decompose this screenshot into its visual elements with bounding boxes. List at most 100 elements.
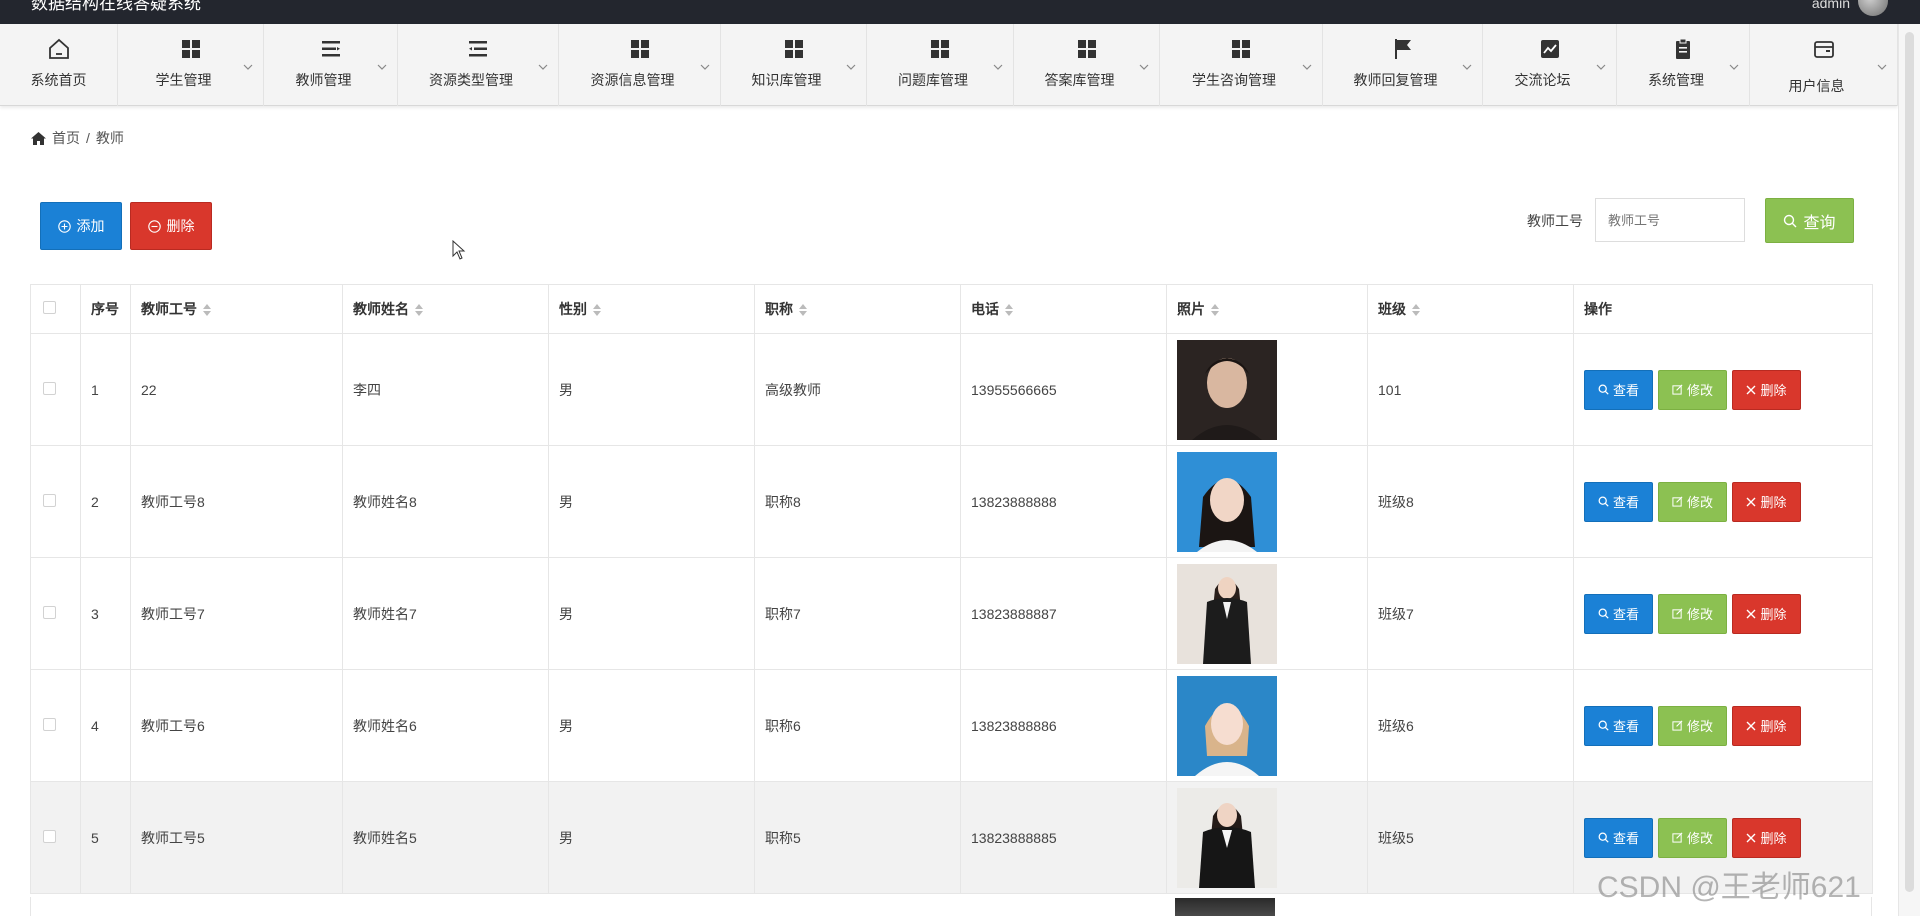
nav-item-forum[interactable]: 交流论坛 [1483,24,1617,106]
header-label: 班级 [1378,301,1406,317]
query-button[interactable]: 查询 [1765,198,1854,243]
sort-icon[interactable] [1211,304,1219,317]
edit-button[interactable]: 修改 [1658,593,1727,634]
row-checkbox[interactable] [43,493,56,507]
grid-icon [1077,40,1096,58]
page-scrollbar[interactable] [1898,24,1920,916]
nav-item-knowledge[interactable]: 知识库管理 [721,24,867,106]
sort-icon[interactable] [203,304,211,317]
view-button[interactable]: 查看 [1584,593,1653,634]
edit-button[interactable]: 修改 [1658,817,1727,858]
row-select-cell[interactable] [30,669,81,782]
cell-title: 高级教师 [754,333,961,446]
clipboard-icon [1676,38,1690,59]
column-header-name[interactable]: 教师姓名 [342,284,549,334]
view-button[interactable]: 查看 [1584,705,1653,746]
sort-icon[interactable] [799,304,807,317]
row-select-cell[interactable] [30,333,81,446]
delete-row-button[interactable]: 删除 [1732,369,1801,410]
cell-title: 职称7 [754,557,961,670]
search-input[interactable] [1595,198,1745,242]
plus-circle-icon [57,219,71,233]
edit-button[interactable]: 修改 [1658,369,1727,410]
list-icon [321,41,340,57]
cell-class: 101 [1367,333,1574,446]
edit-label: 修改 [1686,831,1713,846]
flag-icon [1394,39,1411,59]
nav-item-questions[interactable]: 问题库管理 [867,24,1014,106]
edit-button[interactable]: 修改 [1658,705,1727,746]
row-checkbox[interactable] [43,717,56,731]
add-button[interactable]: 添加 [40,202,122,250]
row-checkbox[interactable] [43,605,56,619]
view-button[interactable]: 查看 [1584,481,1653,522]
view-label: 查看 [1612,607,1639,622]
sort-icon[interactable] [415,304,423,317]
username[interactable]: admin [1812,0,1850,11]
edit-label: 修改 [1686,607,1713,622]
nav-item-replies[interactable]: 教师回复管理 [1323,24,1483,106]
row-checkbox[interactable] [43,381,56,395]
chevron-down-icon [1729,64,1739,70]
sort-icon[interactable] [1412,304,1420,317]
cell-phone: 13955566665 [960,333,1167,446]
cell-gender: 男 [548,333,755,446]
nav-item-teachers[interactable]: 教师管理 [264,24,398,106]
delete-label: 删除 [1760,607,1787,622]
view-button[interactable]: 查看 [1584,817,1653,858]
teacher-photo[interactable] [1177,787,1277,888]
delete-row-button[interactable]: 删除 [1732,593,1801,634]
sort-icon[interactable] [1005,304,1013,317]
edit-button[interactable]: 修改 [1658,481,1727,522]
breadcrumb-home[interactable]: 首页 [52,128,80,148]
row-checkbox[interactable] [43,829,56,843]
row-select-cell[interactable] [30,557,81,670]
nav-item-consulting[interactable]: 学生咨询管理 [1160,24,1323,106]
teacher-photo[interactable] [1177,563,1277,664]
cell-id: 教师工号6 [130,669,343,782]
select-all-checkbox[interactable] [43,301,56,314]
nav-item-user-info[interactable]: 用户信息 [1750,24,1898,106]
delete-button[interactable]: 删除 [130,202,212,250]
view-label: 查看 [1612,383,1639,398]
avatar[interactable] [1858,0,1888,16]
nav-item-home[interactable]: 系统首页 [0,24,118,106]
select-all-cell[interactable] [30,284,81,334]
scrollbar-thumb[interactable] [1905,32,1914,892]
column-header-title[interactable]: 职称 [754,284,961,334]
chevron-down-icon [1462,64,1472,70]
column-header-photo[interactable]: 照片 [1166,284,1368,334]
nav-item-resource-info[interactable]: 资源信息管理 [559,24,721,106]
edit-label: 修改 [1686,719,1713,734]
row-select-cell[interactable] [30,445,81,558]
view-button[interactable]: 查看 [1584,369,1653,410]
home-icon [48,38,69,59]
column-header-gender[interactable]: 性别 [548,284,755,334]
row-select-cell[interactable] [30,781,81,894]
delete-row-button[interactable]: 删除 [1732,705,1801,746]
delete-row-button[interactable]: 删除 [1732,481,1801,522]
teacher-photo[interactable] [1177,339,1277,440]
column-header-phone[interactable]: 电话 [960,284,1167,334]
cell-gender: 男 [548,557,755,670]
nav-item-system[interactable]: 系统管理 [1617,24,1750,106]
grid-icon [630,40,649,58]
nav-label: 教师管理 [295,72,352,88]
nav-item-students[interactable]: 学生管理 [118,24,264,106]
teacher-photo[interactable] [1177,675,1277,776]
search-icon [1598,832,1609,843]
nav-item-answers[interactable]: 答案库管理 [1014,24,1160,106]
cell-class: 班级6 [1367,669,1574,782]
sort-icon[interactable] [593,304,601,317]
delete-row-button[interactable]: 删除 [1732,817,1801,858]
table-row: 2 教师工号8 教师姓名8 男 职称8 13823888888 班级8 查看 修… [30,445,1873,558]
cell-photo [1166,781,1368,894]
cell-name: 李四 [342,333,549,446]
column-header-id[interactable]: 教师工号 [130,284,343,334]
nav-item-resource-types[interactable]: 资源类型管理 [398,24,559,106]
nav-label: 资源类型管理 [429,72,513,88]
delete-label: 删除 [1760,719,1787,734]
column-header-class[interactable]: 班级 [1367,284,1574,334]
search-icon [1598,384,1609,395]
teacher-photo[interactable] [1177,451,1277,552]
